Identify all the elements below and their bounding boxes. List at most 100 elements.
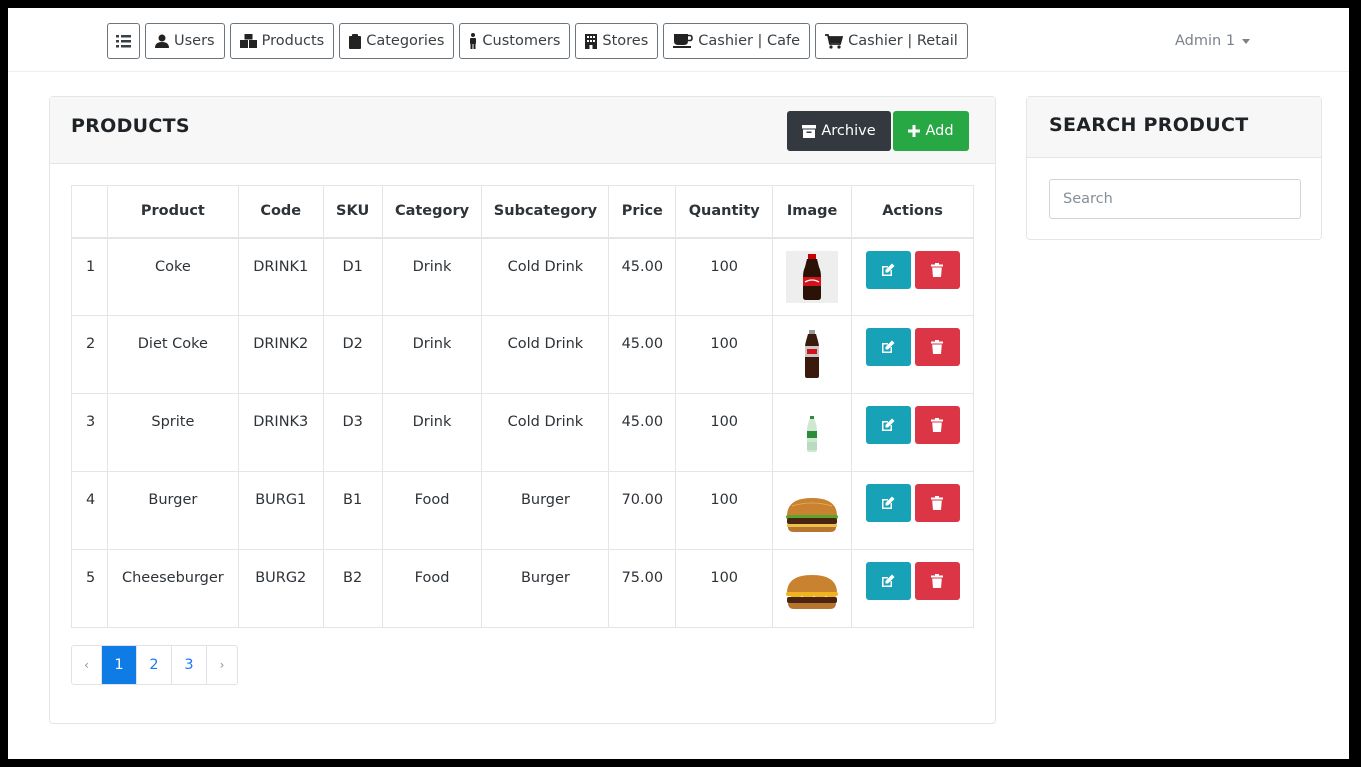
row-index: 3 bbox=[71, 393, 108, 472]
app-window: Users Products Categories Customers Stor… bbox=[8, 8, 1349, 759]
row-quantity: 100 bbox=[675, 549, 774, 628]
trash-icon bbox=[931, 262, 944, 277]
search-input[interactable] bbox=[1049, 179, 1301, 219]
burger-image bbox=[786, 498, 839, 532]
delete-button[interactable] bbox=[914, 328, 960, 366]
col-header-actions: Actions bbox=[851, 185, 974, 239]
col-header-price: Price bbox=[608, 185, 677, 239]
row-sku: D3 bbox=[322, 393, 383, 472]
row-category: Drink bbox=[381, 315, 483, 394]
edit-button[interactable] bbox=[865, 328, 911, 366]
search-card-header: SEARCH PRODUCT bbox=[1027, 97, 1321, 158]
nav-cashier-cafe-button[interactable]: Cashier | Cafe bbox=[663, 23, 811, 59]
pagination-page-2[interactable]: 2 bbox=[137, 646, 172, 684]
row-product: Diet Coke bbox=[106, 315, 239, 394]
col-header-quantity: Quantity bbox=[675, 185, 774, 239]
edit-button[interactable] bbox=[865, 484, 911, 522]
add-product-button[interactable]: Add bbox=[893, 111, 969, 151]
nav-users-label: Users bbox=[174, 33, 215, 49]
list-icon bbox=[116, 34, 131, 47]
pagination-page-1[interactable]: 1 bbox=[102, 646, 137, 684]
user-icon bbox=[155, 34, 169, 48]
shopping-cart-icon bbox=[825, 33, 844, 49]
building-icon bbox=[585, 33, 598, 49]
products-card-header: PRODUCTS Archive Add bbox=[50, 97, 995, 164]
row-subcategory: Burger bbox=[481, 549, 610, 628]
row-code: BURG2 bbox=[237, 549, 324, 628]
products-card: PRODUCTS Archive Add Product Code SKU Ca… bbox=[49, 96, 996, 724]
col-header-subcategory: Subcategory bbox=[481, 185, 610, 239]
edit-button[interactable] bbox=[865, 562, 911, 600]
delete-button[interactable] bbox=[914, 562, 960, 600]
row-image-cell bbox=[772, 315, 853, 394]
row-price: 75.00 bbox=[608, 549, 677, 628]
row-image-cell bbox=[772, 237, 853, 316]
nav-button-group: Users Products Categories Customers Stor… bbox=[107, 23, 968, 59]
row-product: Coke bbox=[106, 237, 239, 316]
row-quantity: 100 bbox=[675, 315, 774, 394]
nav-categories-button[interactable]: Categories bbox=[339, 23, 455, 59]
nav-cashier-retail-label: Cashier | Retail bbox=[848, 33, 958, 49]
table-row: 2 Diet Coke DRINK2 D2 Drink Cold Drink 4… bbox=[71, 315, 974, 394]
row-code: DRINK1 bbox=[237, 237, 324, 316]
table-row: 3 Sprite DRINK3 D3 Drink Cold Drink 45.0… bbox=[71, 393, 974, 472]
col-header-code: Code bbox=[237, 185, 324, 239]
delete-button[interactable] bbox=[914, 484, 960, 522]
col-header-image: Image bbox=[772, 185, 853, 239]
col-header-category: Category bbox=[381, 185, 483, 239]
row-price: 70.00 bbox=[608, 471, 677, 550]
pagination-next-button[interactable]: › bbox=[207, 646, 237, 684]
row-product: Burger bbox=[106, 471, 239, 550]
delete-button[interactable] bbox=[914, 406, 960, 444]
row-subcategory: Burger bbox=[481, 471, 610, 550]
archive-button[interactable]: Archive bbox=[787, 111, 891, 151]
edit-icon bbox=[882, 263, 895, 276]
col-header-product: Product bbox=[106, 185, 239, 239]
nav-users-button[interactable]: Users bbox=[145, 23, 225, 59]
row-product: Sprite bbox=[106, 393, 239, 472]
nav-cashier-retail-button[interactable]: Cashier | Retail bbox=[815, 23, 968, 59]
col-header-sku: SKU bbox=[322, 185, 383, 239]
row-price: 45.00 bbox=[608, 393, 677, 472]
edit-button[interactable] bbox=[865, 250, 911, 289]
menu-toggle-button[interactable] bbox=[107, 23, 140, 59]
row-index: 4 bbox=[71, 471, 108, 550]
products-title: PRODUCTS bbox=[71, 115, 190, 137]
nav-stores-button[interactable]: Stores bbox=[575, 23, 659, 59]
edit-icon bbox=[882, 340, 895, 353]
row-subcategory: Cold Drink bbox=[481, 315, 610, 394]
plus-icon bbox=[908, 125, 921, 137]
row-category: Drink bbox=[381, 393, 483, 472]
admin-dropdown[interactable]: Admin 1 bbox=[1175, 33, 1251, 49]
row-code: DRINK2 bbox=[237, 315, 324, 394]
search-product-title: SEARCH PRODUCT bbox=[1049, 114, 1249, 136]
row-actions bbox=[851, 393, 974, 472]
row-actions bbox=[851, 237, 974, 316]
row-index: 5 bbox=[71, 549, 108, 628]
nav-stores-label: Stores bbox=[602, 33, 649, 49]
archive-icon bbox=[802, 124, 817, 138]
delete-button[interactable] bbox=[914, 250, 960, 289]
cheeseburger-image bbox=[786, 575, 839, 609]
nav-customers-button[interactable]: Customers bbox=[459, 23, 571, 59]
row-sku: B1 bbox=[322, 471, 383, 550]
edit-button[interactable] bbox=[865, 406, 911, 444]
col-header-index bbox=[71, 185, 108, 239]
table-header-row: Product Code SKU Category Subcategory Pr… bbox=[71, 185, 974, 239]
row-category: Drink bbox=[381, 237, 483, 316]
nav-products-button[interactable]: Products bbox=[229, 23, 335, 59]
pagination-page-3[interactable]: 3 bbox=[172, 646, 207, 684]
top-navbar: Users Products Categories Customers Stor… bbox=[8, 8, 1349, 72]
row-price: 45.00 bbox=[608, 237, 677, 316]
table-row: 5 Cheeseburger BURG2 B2 Food Burger 75.0… bbox=[71, 549, 974, 628]
row-actions bbox=[851, 315, 974, 394]
trash-icon bbox=[931, 496, 944, 510]
search-product-card: SEARCH PRODUCT bbox=[1026, 96, 1322, 240]
table-row: 4 Burger BURG1 B1 Food Burger 70.00 100 bbox=[71, 471, 974, 550]
products-table: Product Code SKU Category Subcategory Pr… bbox=[71, 185, 974, 628]
row-price: 45.00 bbox=[608, 315, 677, 394]
pagination-prev-button[interactable]: ‹ bbox=[72, 646, 102, 684]
row-category: Food bbox=[381, 471, 483, 550]
row-sku: D1 bbox=[322, 237, 383, 316]
row-actions bbox=[851, 471, 974, 550]
